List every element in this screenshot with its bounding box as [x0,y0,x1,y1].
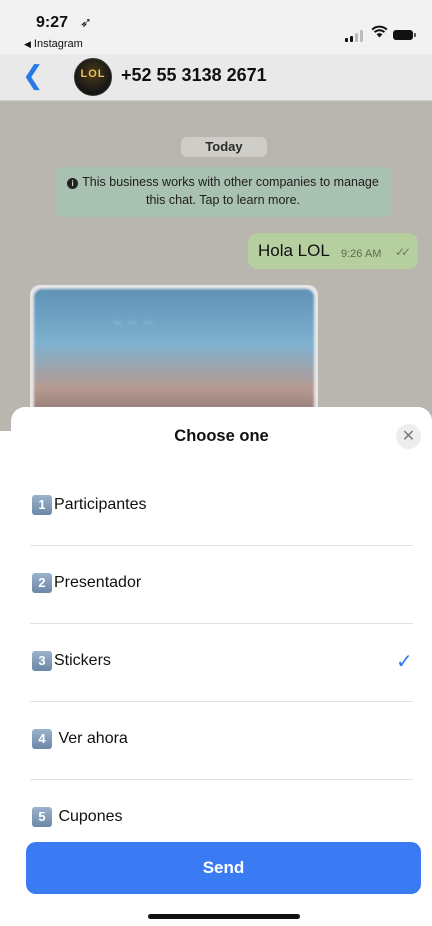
keycap-five-icon: 5 [32,807,52,827]
wifi-icon [371,25,388,41]
option-label: Presentador [54,574,142,591]
option-label: Participantes [54,496,147,513]
option-label: Ver ahora [54,730,128,747]
back-chevron-icon[interactable]: ❮ [22,60,44,90]
system-note[interactable]: i This business works with other companie… [55,167,391,217]
back-to-app-link[interactable]: ◀ Instagram [24,38,83,50]
close-button[interactable]: ✕ [396,424,421,449]
option-stickers[interactable]: 3 Stickers ✓ [30,623,413,702]
date-chip: Today [181,137,267,157]
double-check-icon: ✓✓ [395,245,411,259]
status-time: 9:27 [36,14,69,31]
battery-icon [393,30,416,40]
home-indicator [148,914,300,919]
keycap-one-icon: 1 [32,495,52,515]
keycap-four-icon: 4 [32,729,52,749]
status-bar: 9:27 ➶ ◀ Instagram [0,0,432,54]
checkmark-icon: ✓ [396,651,413,673]
sheet-title: Choose one [174,427,269,445]
option-label: Cupones [54,808,123,825]
option-label: Stickers [54,652,111,669]
send-button[interactable]: Send [26,842,421,894]
option-presentador[interactable]: 2 Presentador [30,545,413,624]
back-app-label: Instagram [33,38,83,50]
message-text: Hola LOL [258,241,330,260]
back-triangle-icon: ◀ [24,39,31,49]
avatar[interactable]: LOL [74,58,112,96]
keycap-three-icon: 3 [32,651,52,671]
option-participantes[interactable]: 1 Participantes [30,467,413,546]
option-ver-ahora[interactable]: 4 Ver ahora [30,701,413,780]
location-arrow-icon: ➶ [80,14,92,30]
outgoing-message[interactable]: Hola LOL 9:26 AM ✓✓ [248,233,418,269]
blurred-logo-icon: ~ ~ ~ [112,313,154,333]
message-time: 9:26 AM [341,248,382,260]
choice-sheet: Choose one ✕ 1 Participantes 2 Presentad… [11,407,432,926]
avatar-text: LOL [80,68,106,80]
chat-header: ❮ LOL +52 55 3138 2671 [0,54,432,101]
keycap-two-icon: 2 [32,573,52,593]
chat-background: 9:27 ➶ ◀ Instagram ❮ LOL +52 55 3138 267… [0,0,432,431]
screen: 9:27 ➶ ◀ Instagram ❮ LOL +52 55 3138 267… [0,0,432,926]
chat-messages: Today i This business works with other co… [0,101,432,431]
system-note-text: This business works with other companies… [82,175,379,207]
contact-name[interactable]: +52 55 3138 2671 [121,65,267,86]
cellular-signal-icon [345,30,365,42]
close-icon: ✕ [401,428,416,445]
info-icon: i [67,178,79,189]
